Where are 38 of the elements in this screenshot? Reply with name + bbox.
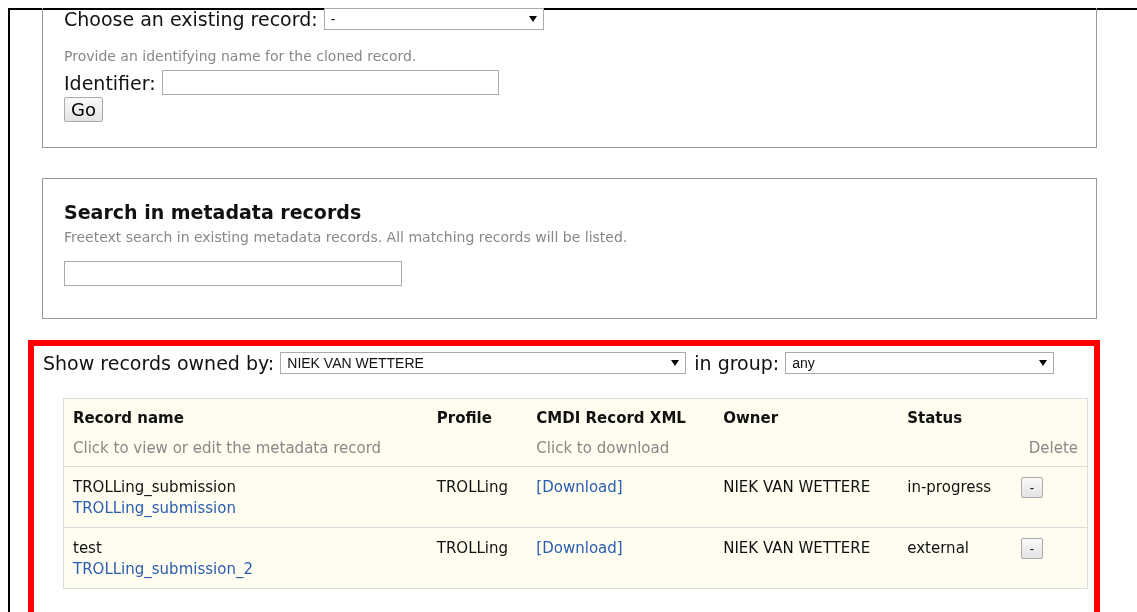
group-dropdown[interactable]: any	[785, 352, 1055, 374]
record-link[interactable]: TROLLing_submission	[73, 498, 236, 519]
delete-button[interactable]: -	[1020, 477, 1044, 498]
column-hint: Click to download	[536, 439, 670, 457]
identifier-hint: Provide an identifying name for the cloned record.	[64, 48, 418, 64]
column-header: Profile	[436, 409, 492, 427]
search-field[interactable]	[64, 261, 402, 286]
record-dropdown[interactable]: -	[323, 8, 544, 30]
record-title: test	[73, 539, 102, 557]
owner-cell: NIEK VAN WETTERE	[723, 478, 871, 496]
group-label: in group:	[694, 352, 780, 374]
status-cell: external	[907, 539, 969, 557]
owner-label: Show records owned by:	[43, 352, 275, 374]
column-header: CMDI Record XML	[536, 409, 686, 427]
dropdown-arrow-icon	[1039, 360, 1048, 366]
column-hint: Delete	[1028, 439, 1078, 457]
go-button[interactable]: Go	[64, 97, 103, 122]
search-hint: Freetext search in existing metadata records. All matching records will be listed.	[64, 229, 629, 245]
download-link[interactable]: [Download]	[536, 538, 623, 559]
identifier-field[interactable]	[161, 70, 499, 95]
dropdown-arrow-icon	[528, 16, 537, 22]
dropdown-arrow-icon	[671, 360, 680, 366]
identifier-label: Identifier:	[64, 71, 156, 94]
delete-button[interactable]: -	[1020, 538, 1044, 559]
owner-dropdown[interactable]: NIEK VAN WETTERE	[280, 352, 687, 374]
record-link[interactable]: TROLLing_submission_2	[73, 559, 253, 580]
status-cell: in-progress	[907, 478, 992, 496]
profile-cell: TROLLing	[436, 539, 509, 557]
search-title: Search in metadata records	[64, 201, 363, 223]
profile-cell: TROLLing	[436, 478, 509, 496]
column-hint: Click to view or edit the metadata record	[73, 439, 382, 457]
column-header: Status	[907, 409, 963, 427]
record-title: TROLLing_submission	[73, 478, 236, 496]
owner-cell: NIEK VAN WETTERE	[723, 539, 871, 557]
column-header: Owner	[723, 409, 779, 427]
choose-record-label: Choose an existing record:	[64, 8, 318, 30]
column-header: Record name	[73, 409, 184, 427]
download-link[interactable]: [Download]	[536, 477, 623, 498]
